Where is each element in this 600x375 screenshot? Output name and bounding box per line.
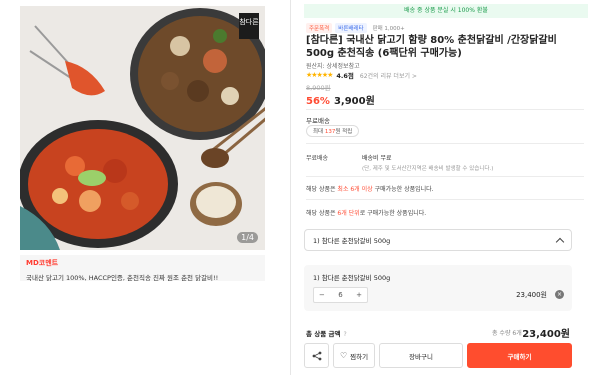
option-select-label: 1) 참다른 춘천닭갈비 500g: [313, 237, 391, 245]
shipping-fee: 배송비 무료: [362, 155, 392, 162]
divider: [306, 176, 584, 177]
min-quantity-notice: 해당 상품은 최소 6개 이상 구매가능한 상품입니다.: [306, 184, 434, 193]
notice-text: 로 구매가능한 상품입니다.: [359, 210, 427, 217]
shipping-label: 무료배송: [306, 155, 329, 162]
decrease-button[interactable]: −: [319, 291, 325, 299]
unit-quantity-notice: 해당 상품은 6개 단위로 구매가능한 상품입니다.: [306, 208, 426, 217]
notice-text: 구매가능한 상품입니다.: [372, 186, 434, 193]
divider: [306, 199, 584, 200]
quantity-value[interactable]: 6: [338, 291, 342, 299]
rating-value: 4.6점: [336, 72, 354, 80]
reward-amount: 137: [324, 129, 336, 135]
help-icon[interactable]: ?: [343, 331, 346, 338]
discount-rate: 56%: [306, 96, 330, 107]
buy-button[interactable]: 구매하기: [467, 343, 572, 368]
divider: [306, 109, 584, 110]
remove-option-icon[interactable]: ×: [555, 290, 564, 299]
shipping-type: 무료배송: [306, 117, 330, 125]
cart-button[interactable]: 장바구니: [379, 343, 463, 368]
option-select[interactable]: 1) 참다른 춘천닭갈비 500g: [304, 229, 572, 251]
refund-guarantee-banner: 배송 중 상품 분실 시 100% 환불: [304, 4, 588, 18]
original-price: 8,900원: [306, 84, 331, 92]
notice-highlight: 최소 6개 이상: [337, 186, 373, 193]
sale-price: 3,900원: [333, 96, 375, 107]
divider: [306, 143, 584, 144]
quantity-stepper: − 6 +: [313, 287, 368, 303]
price-row: 56% 3,900원: [306, 92, 375, 107]
md-comment-text: 국내산 닭고기 100%, HACCP인증, 춘천직송 진짜 원조 춘천 닭갈비…: [26, 274, 219, 282]
product-tags: 주문폭격 바른배레타 판매 1,000+: [306, 23, 408, 33]
md-comment: MD코멘트 국내산 닭고기 100%, HACCP인증, 춘천직송 진짜 원조 …: [20, 255, 265, 282]
image-page-indicator: 1/4: [237, 232, 258, 243]
sales-count: 판매 1,000+: [372, 26, 405, 32]
total-quantity: 총 수량 6개: [492, 330, 522, 337]
total-label-text: 총 상품 금액: [306, 330, 341, 338]
selected-option: 1) 참다른 춘천닭갈비 500g − 6 + 23,400원 ×: [304, 265, 572, 311]
origin-info: 원산지: 상세정보참고: [306, 63, 360, 70]
shipping-note: (단, 제주 및 도서산간지역은 배송비 발생할 수 있습니다.): [362, 166, 494, 172]
column-divider: [290, 0, 291, 375]
notice-highlight: 6개 단위: [337, 210, 360, 217]
increase-button[interactable]: +: [356, 291, 362, 299]
tag-chip: 바른배레타: [335, 23, 367, 33]
product-image[interactable]: 참다른 1/4: [20, 6, 265, 250]
total-label: 총 상품 금액?: [306, 328, 347, 338]
share-button[interactable]: [304, 343, 329, 368]
reward-points-badge: 최대 137원 적립: [306, 125, 360, 137]
md-comment-title: MD코멘트: [26, 259, 59, 267]
share-icon: [312, 351, 321, 360]
product-info-panel: 배송 중 상품 분실 시 100% 환불 주문폭격 바른배레타 판매 1,000…: [300, 0, 590, 375]
reward-suffix: 원 적립: [335, 129, 353, 135]
heart-icon: ♡: [339, 351, 348, 360]
star-rating-icon: ★★★★★: [306, 71, 333, 79]
notice-text: 해당 상품은: [306, 186, 338, 193]
product-gallery: 참다른 1/4 MD코멘트 국내산 닭고기 100%, HACCP인증, 춘천직…: [0, 0, 290, 375]
notice-text: 해당 상품은: [306, 210, 338, 217]
purchase-actions: ♡ 찜하기 장바구니 구매하기: [304, 343, 572, 368]
reward-prefix: 최대: [313, 129, 325, 135]
wishlist-button[interactable]: ♡ 찜하기: [333, 343, 375, 368]
rating-row: ★★★★★ 4.6점 62건의 리뷰 더보기 >: [306, 70, 417, 80]
chevron-up-icon: [555, 237, 565, 246]
tag-chip: 주문폭격: [306, 23, 333, 33]
product-title: [참다른] 국내산 닭고기 함량 80% 춘천닭갈비 /간장닭갈비 500g 춘…: [306, 35, 557, 59]
option-price: 23,400원: [516, 291, 547, 299]
selected-option-name: 1) 참다른 춘천닭갈비 500g: [313, 274, 391, 282]
wishlist-label: 찜하기: [350, 352, 369, 361]
total-price: 23,400원: [522, 329, 570, 340]
review-link[interactable]: 62건의 리뷰 더보기 >: [360, 71, 417, 80]
brand-badge: 참다른: [239, 13, 259, 39]
